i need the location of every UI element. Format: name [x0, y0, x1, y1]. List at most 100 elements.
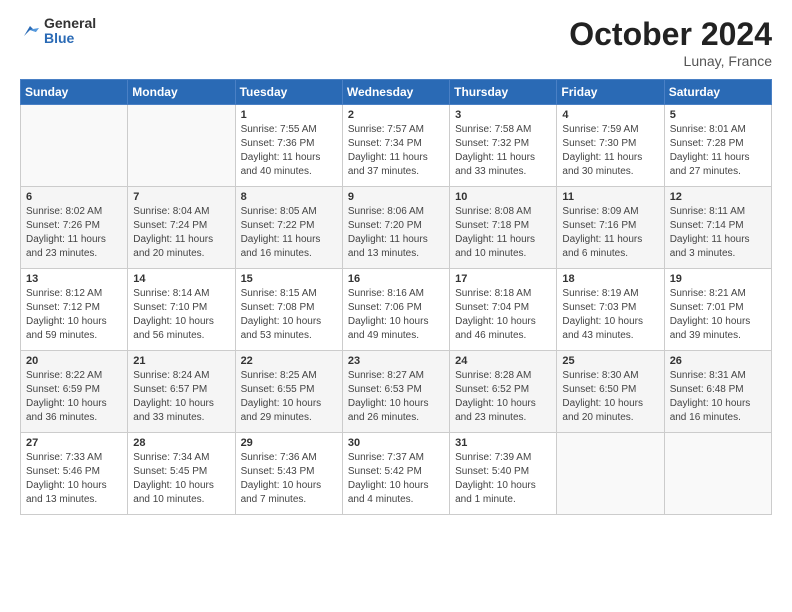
month-title: October 2024 [569, 16, 772, 53]
day-number: 7 [133, 191, 229, 203]
day-number: 11 [562, 191, 658, 203]
calendar-week-2: 6Sunrise: 8:02 AM Sunset: 7:26 PM Daylig… [21, 187, 772, 269]
calendar-cell: 19Sunrise: 8:21 AM Sunset: 7:01 PM Dayli… [664, 269, 771, 351]
title-block: October 2024 Lunay, France [569, 16, 772, 69]
day-detail: Sunrise: 8:01 AM Sunset: 7:28 PM Dayligh… [670, 123, 766, 179]
day-number: 19 [670, 273, 766, 285]
calendar-table: SundayMondayTuesdayWednesdayThursdayFrid… [20, 79, 772, 515]
day-detail: Sunrise: 7:58 AM Sunset: 7:32 PM Dayligh… [455, 123, 551, 179]
day-detail: Sunrise: 8:12 AM Sunset: 7:12 PM Dayligh… [26, 287, 122, 343]
calendar-cell [21, 105, 128, 187]
day-number: 22 [241, 355, 337, 367]
day-number: 2 [348, 109, 444, 121]
calendar-cell: 29Sunrise: 7:36 AM Sunset: 5:43 PM Dayli… [235, 433, 342, 515]
day-detail: Sunrise: 8:05 AM Sunset: 7:22 PM Dayligh… [241, 205, 337, 261]
calendar-cell: 3 Sunrise: 7:58 AM Sunset: 7:32 PM Daylig… [450, 105, 557, 187]
page-header: General Blue October 2024 Lunay, France [20, 16, 772, 69]
day-detail: Sunrise: 8:18 AM Sunset: 7:04 PM Dayligh… [455, 287, 551, 343]
day-number: 14 [133, 273, 229, 285]
day-detail: Sunrise: 8:09 AM Sunset: 7:16 PM Dayligh… [562, 205, 658, 261]
day-detail: Sunrise: 8:22 AM Sunset: 6:59 PM Dayligh… [26, 369, 122, 425]
calendar-cell: 6Sunrise: 8:02 AM Sunset: 7:26 PM Daylig… [21, 187, 128, 269]
day-number: 30 [348, 437, 444, 449]
weekday-header-saturday: Saturday [664, 80, 771, 105]
calendar-cell [664, 433, 771, 515]
calendar-cell: 22 Sunrise: 8:25 AM Sunset: 6:55 PM Dayli… [235, 351, 342, 433]
day-detail: Sunrise: 7:37 AM Sunset: 5:42 PM Dayligh… [348, 451, 444, 507]
day-detail: Sunrise: 8:16 AM Sunset: 7:06 PM Dayligh… [348, 287, 444, 343]
logo-blue: Blue [44, 31, 96, 46]
calendar-cell: 9 Sunrise: 8:06 AM Sunset: 7:20 PM Daylig… [342, 187, 449, 269]
calendar-week-1: 1Sunrise: 7:55 AM Sunset: 7:36 PM Daylig… [21, 105, 772, 187]
day-number: 5 [670, 109, 766, 121]
calendar-week-5: 27 Sunrise: 7:33 AM Sunset: 5:46 PM Dayli… [21, 433, 772, 515]
day-detail: Sunrise: 7:39 AM Sunset: 5:40 PM Dayligh… [455, 451, 551, 507]
calendar-cell: 24Sunrise: 8:28 AM Sunset: 6:52 PM Dayli… [450, 351, 557, 433]
day-number: 20 [26, 355, 122, 367]
logo-icon [20, 21, 40, 41]
calendar-cell [128, 105, 235, 187]
day-number: 25 [562, 355, 658, 367]
weekday-header-row: SundayMondayTuesdayWednesdayThursdayFrid… [21, 80, 772, 105]
logo-general: General [44, 16, 96, 31]
calendar-cell: 7 Sunrise: 8:04 AM Sunset: 7:24 PM Daylig… [128, 187, 235, 269]
day-number: 4 [562, 109, 658, 121]
day-detail: Sunrise: 8:02 AM Sunset: 7:26 PM Dayligh… [26, 205, 122, 261]
day-detail: Sunrise: 8:25 AM Sunset: 6:55 PM Dayligh… [241, 369, 337, 425]
day-number: 26 [670, 355, 766, 367]
logo: General Blue [20, 16, 96, 47]
calendar-week-4: 20 Sunrise: 8:22 AM Sunset: 6:59 PM Dayli… [21, 351, 772, 433]
day-detail: Sunrise: 8:06 AM Sunset: 7:20 PM Dayligh… [348, 205, 444, 261]
calendar-cell: 11 Sunrise: 8:09 AM Sunset: 7:16 PM Dayli… [557, 187, 664, 269]
day-detail: Sunrise: 8:04 AM Sunset: 7:24 PM Dayligh… [133, 205, 229, 261]
day-number: 3 [455, 109, 551, 121]
day-number: 13 [26, 273, 122, 285]
day-detail: Sunrise: 8:11 AM Sunset: 7:14 PM Dayligh… [670, 205, 766, 261]
location: Lunay, France [569, 53, 772, 69]
logo-text: General Blue [44, 16, 96, 47]
calendar-page: General Blue October 2024 Lunay, France … [0, 0, 792, 612]
day-number: 24 [455, 355, 551, 367]
calendar-cell: 12 Sunrise: 8:11 AM Sunset: 7:14 PM Dayli… [664, 187, 771, 269]
day-detail: Sunrise: 8:19 AM Sunset: 7:03 PM Dayligh… [562, 287, 658, 343]
day-detail: Sunrise: 7:57 AM Sunset: 7:34 PM Dayligh… [348, 123, 444, 179]
weekday-header-friday: Friday [557, 80, 664, 105]
calendar-cell: 20 Sunrise: 8:22 AM Sunset: 6:59 PM Dayli… [21, 351, 128, 433]
calendar-cell: 25 Sunrise: 8:30 AM Sunset: 6:50 PM Dayli… [557, 351, 664, 433]
day-number: 12 [670, 191, 766, 203]
calendar-week-3: 13 Sunrise: 8:12 AM Sunset: 7:12 PM Dayli… [21, 269, 772, 351]
day-number: 17 [455, 273, 551, 285]
day-detail: Sunrise: 7:55 AM Sunset: 7:36 PM Dayligh… [241, 123, 337, 179]
calendar-cell: 21Sunrise: 8:24 AM Sunset: 6:57 PM Dayli… [128, 351, 235, 433]
day-detail: Sunrise: 8:08 AM Sunset: 7:18 PM Dayligh… [455, 205, 551, 261]
calendar-cell: 14Sunrise: 8:14 AM Sunset: 7:10 PM Dayli… [128, 269, 235, 351]
day-number: 9 [348, 191, 444, 203]
calendar-cell: 28Sunrise: 7:34 AM Sunset: 5:45 PM Dayli… [128, 433, 235, 515]
calendar-cell: 18 Sunrise: 8:19 AM Sunset: 7:03 PM Dayli… [557, 269, 664, 351]
calendar-cell: 15Sunrise: 8:15 AM Sunset: 7:08 PM Dayli… [235, 269, 342, 351]
calendar-cell: 10 Sunrise: 8:08 AM Sunset: 7:18 PM Dayli… [450, 187, 557, 269]
day-detail: Sunrise: 7:36 AM Sunset: 5:43 PM Dayligh… [241, 451, 337, 507]
weekday-header-tuesday: Tuesday [235, 80, 342, 105]
calendar-cell: 8 Sunrise: 8:05 AM Sunset: 7:22 PM Daylig… [235, 187, 342, 269]
day-detail: Sunrise: 7:33 AM Sunset: 5:46 PM Dayligh… [26, 451, 122, 507]
day-number: 31 [455, 437, 551, 449]
day-number: 15 [241, 273, 337, 285]
day-number: 10 [455, 191, 551, 203]
day-number: 23 [348, 355, 444, 367]
calendar-cell: 2 Sunrise: 7:57 AM Sunset: 7:34 PM Daylig… [342, 105, 449, 187]
day-number: 16 [348, 273, 444, 285]
day-number: 18 [562, 273, 658, 285]
day-number: 27 [26, 437, 122, 449]
calendar-cell: 31 Sunrise: 7:39 AM Sunset: 5:40 PM Dayli… [450, 433, 557, 515]
weekday-header-thursday: Thursday [450, 80, 557, 105]
calendar-cell: 23 Sunrise: 8:27 AM Sunset: 6:53 PM Dayli… [342, 351, 449, 433]
day-detail: Sunrise: 8:27 AM Sunset: 6:53 PM Dayligh… [348, 369, 444, 425]
day-detail: Sunrise: 7:34 AM Sunset: 5:45 PM Dayligh… [133, 451, 229, 507]
calendar-cell: 26Sunrise: 8:31 AM Sunset: 6:48 PM Dayli… [664, 351, 771, 433]
day-number: 8 [241, 191, 337, 203]
calendar-cell: 27 Sunrise: 7:33 AM Sunset: 5:46 PM Dayli… [21, 433, 128, 515]
calendar-cell [557, 433, 664, 515]
day-detail: Sunrise: 8:30 AM Sunset: 6:50 PM Dayligh… [562, 369, 658, 425]
calendar-cell: 5 Sunrise: 8:01 AM Sunset: 7:28 PM Daylig… [664, 105, 771, 187]
